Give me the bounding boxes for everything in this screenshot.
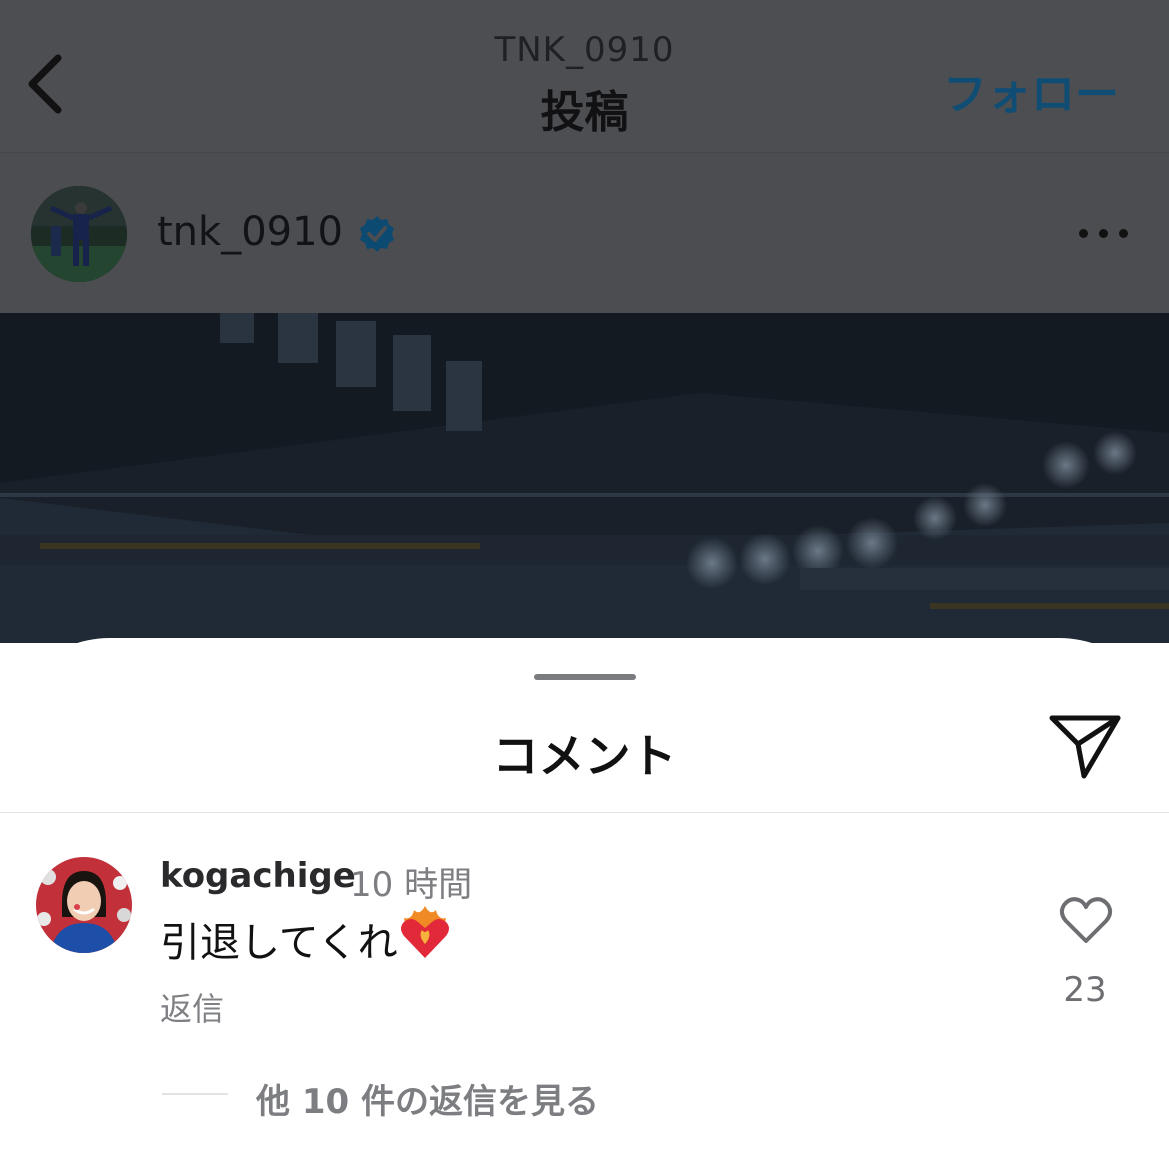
author-avatar[interactable]	[31, 186, 127, 282]
more-options-icon[interactable]	[1079, 225, 1129, 245]
commenter-avatar[interactable]	[36, 857, 132, 953]
heart-on-fire-emoji-icon	[401, 906, 449, 958]
verified-badge-icon	[360, 216, 394, 252]
post-image	[0, 313, 1169, 643]
sheet-divider	[0, 812, 1169, 813]
like-count: 23	[1063, 970, 1107, 1010]
comment-timestamp: 10 時間	[350, 865, 473, 905]
view-replies-link[interactable]: 他 10 件の返信を見る	[256, 1074, 599, 1123]
replies-line-divider	[162, 1093, 228, 1095]
heart-like-icon[interactable]	[1059, 895, 1113, 945]
post-author-row: tnk_0910	[0, 153, 1169, 313]
commenter-username[interactable]: kogachige	[160, 856, 356, 896]
comments-sheet: コメント kogachige 10 時間 引退してくれ 返信 23 他 10 件…	[0, 638, 1169, 1164]
reply-button[interactable]: 返信	[160, 984, 224, 1030]
sheet-grabber[interactable]	[534, 674, 636, 680]
comments-title: コメント	[492, 729, 677, 783]
share-send-icon[interactable]	[1046, 712, 1126, 780]
follow-button[interactable]: フォロー	[943, 58, 1119, 122]
comment-text: 引退してくれ	[160, 920, 398, 966]
author-username[interactable]: tnk_0910	[157, 209, 343, 255]
top-bar: TNK_0910 投稿 フォロー	[0, 0, 1169, 153]
